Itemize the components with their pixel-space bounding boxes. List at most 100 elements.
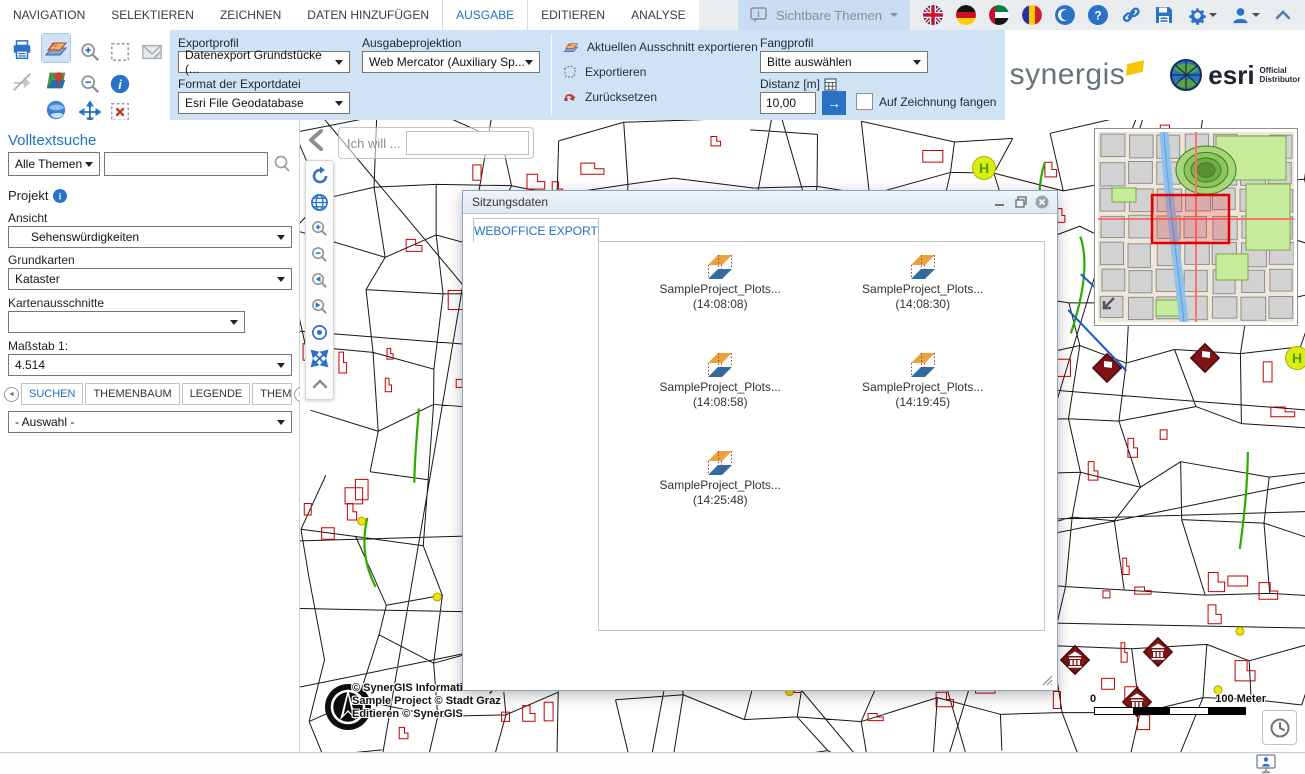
theme-filter-dropdown[interactable]: Alle Themen bbox=[8, 152, 100, 176]
projection-dropdown[interactable]: Web Mercator (Auxiliary Sp... bbox=[362, 51, 540, 73]
export-profile-dropdown[interactable]: Datenexport Grundstücke (... bbox=[178, 51, 350, 73]
zoom-out-icon[interactable] bbox=[76, 70, 104, 98]
tab-weboffice-export[interactable]: WEBOFFICE EXPORT bbox=[473, 218, 599, 242]
map-zoom-in-icon[interactable] bbox=[308, 216, 332, 240]
menu-editieren[interactable]: EDITIEREN bbox=[528, 0, 618, 30]
export-extent-action[interactable]: Aktuellen Ausschnitt exportieren bbox=[562, 39, 758, 55]
language-romania-flag-icon[interactable] bbox=[1022, 5, 1042, 25]
hydrant-h-icon: H bbox=[1285, 346, 1305, 370]
link-icon[interactable] bbox=[1121, 5, 1141, 25]
select-rectangle-icon[interactable] bbox=[106, 38, 134, 66]
full-extent-globe-icon[interactable] bbox=[308, 190, 332, 214]
dialog-titlebar[interactable]: Sitzungsdaten bbox=[463, 191, 1057, 214]
settings-gear-icon[interactable] bbox=[1187, 5, 1217, 25]
language-crescent-icon[interactable] bbox=[1055, 5, 1075, 25]
poi-museum-icon[interactable] bbox=[1139, 633, 1177, 671]
distance-label: Distanz [m] bbox=[760, 77, 820, 91]
restore-icon[interactable] bbox=[1012, 194, 1030, 210]
screen-share-icon[interactable] bbox=[1255, 754, 1277, 774]
geodata-cube-icon bbox=[702, 252, 738, 282]
map-export-tool-icon[interactable] bbox=[42, 34, 70, 62]
synergis-logo: synergis bbox=[1010, 58, 1144, 92]
tab-legende[interactable]: LEGENDE bbox=[182, 383, 251, 405]
user-icon[interactable] bbox=[1230, 5, 1260, 25]
export-options-panel: Exportprofil Datenexport Grundstücke (..… bbox=[170, 30, 1005, 120]
save-icon[interactable] bbox=[1154, 5, 1174, 25]
tab-suchen[interactable]: SUCHEN bbox=[21, 383, 83, 405]
basemap-label: Grundkarten bbox=[8, 253, 75, 267]
fulltext-search-input[interactable] bbox=[104, 152, 268, 176]
send-mail-disabled-icon[interactable] bbox=[138, 38, 166, 66]
collapse-toolbar-icon[interactable] bbox=[1273, 5, 1293, 25]
grid-calculator-icon[interactable] bbox=[824, 78, 837, 91]
menu-analyse[interactable]: ANALYSE bbox=[618, 0, 698, 30]
menu-navigation[interactable]: NAVIGATION bbox=[0, 0, 98, 30]
menu-daten-hinzufuegen[interactable]: DATEN HINZUFÜGEN bbox=[294, 0, 442, 30]
export-file-item[interactable]: SampleProject_Plots...(14:19:45) bbox=[822, 344, 1025, 442]
next-extent-icon[interactable] bbox=[308, 294, 332, 318]
snap-drawing-checkbox[interactable] bbox=[856, 93, 873, 110]
esri-globe-icon bbox=[1169, 58, 1203, 92]
export-file-item[interactable]: SampleProject_Plots...(14:08:58) bbox=[619, 344, 822, 442]
tab-themen[interactable]: THEMEN bbox=[252, 383, 292, 405]
poi-flag-icon[interactable] bbox=[1088, 349, 1126, 387]
chevron-up-icon[interactable] bbox=[308, 372, 332, 396]
close-icon[interactable] bbox=[1033, 194, 1051, 210]
poi-flag-icon[interactable] bbox=[1186, 339, 1224, 377]
scale-dropdown[interactable]: 4.514 bbox=[8, 354, 292, 376]
apply-distance-button[interactable]: → bbox=[822, 91, 846, 115]
quick-search-widget[interactable]: Ich will ... bbox=[338, 127, 534, 159]
menu-zeichnen[interactable]: ZEICHNEN bbox=[207, 0, 294, 30]
map-zoom-out-icon[interactable] bbox=[308, 242, 332, 266]
expand-arrows-icon[interactable] bbox=[308, 346, 332, 370]
quick-search-input[interactable] bbox=[406, 131, 529, 155]
main-menu: NAVIGATION SELEKTIEREN ZEICHNEN DATEN HI… bbox=[0, 0, 699, 30]
reset-action[interactable]: Zurücksetzen bbox=[562, 89, 657, 105]
data-export-disabled-icon[interactable] bbox=[8, 68, 36, 96]
export-file-item[interactable]: SampleProject_Plots...(14:08:30) bbox=[822, 246, 1025, 344]
scale-bar: 0 100 Meter bbox=[1088, 693, 1278, 715]
chevron-down-icon bbox=[890, 13, 898, 17]
dialog-resize-handle[interactable] bbox=[1041, 674, 1053, 686]
geodata-cube-icon bbox=[702, 448, 738, 478]
export-file-item[interactable]: SampleProject_Plots...(14:25:48) bbox=[619, 442, 822, 540]
session-data-dialog: Sitzungsdaten WEBOFFICE EXPORT SamplePro… bbox=[462, 190, 1058, 691]
center-target-icon[interactable] bbox=[308, 320, 332, 344]
project-info-icon[interactable]: i bbox=[53, 189, 67, 203]
menu-ausgabe[interactable]: AUSGABE bbox=[442, 0, 528, 30]
zoom-in-icon[interactable] bbox=[76, 38, 104, 66]
poi-museum-icon[interactable] bbox=[1056, 641, 1094, 679]
history-clock-button[interactable] bbox=[1262, 710, 1297, 745]
search-icon[interactable] bbox=[272, 154, 292, 174]
distance-input[interactable] bbox=[760, 92, 816, 114]
export-action[interactable]: Exportieren bbox=[562, 64, 646, 80]
view-dropdown[interactable]: Sehenswürdigkeiten bbox=[8, 226, 292, 248]
language-german-flag-icon[interactable] bbox=[956, 5, 976, 25]
map-pin-icon[interactable] bbox=[42, 66, 70, 94]
tab-themenbaum[interactable]: THEMENBAUM bbox=[85, 383, 179, 405]
language-uae-flag-icon[interactable] bbox=[989, 5, 1009, 25]
menu-bar: NAVIGATION SELEKTIEREN ZEICHNEN DATEN HI… bbox=[0, 0, 1305, 30]
selection-dropdown[interactable]: - Auswahl - bbox=[8, 411, 292, 433]
export-file-item[interactable]: SampleProject_Plots...(14:08:08) bbox=[619, 246, 822, 344]
visible-themes-label: Sichtbare Themen bbox=[776, 8, 882, 23]
ribbon-toolbar: i Exportprofil Datenexport Grundstücke (… bbox=[0, 30, 1305, 120]
basemap-dropdown[interactable]: Kataster bbox=[8, 268, 292, 290]
print-icon[interactable] bbox=[8, 36, 36, 64]
previous-extent-icon[interactable] bbox=[308, 268, 332, 292]
info-tool-icon[interactable]: i bbox=[106, 70, 134, 98]
snap-profile-dropdown[interactable]: Bitte auswählen bbox=[760, 51, 928, 73]
help-icon[interactable]: ? bbox=[1088, 5, 1108, 25]
tabs-scroll-left-icon[interactable]: ◄ bbox=[4, 387, 19, 402]
refresh-icon[interactable] bbox=[308, 164, 332, 188]
overview-map[interactable] bbox=[1094, 128, 1298, 326]
export-format-dropdown[interactable]: Esri File Geodatabase bbox=[178, 92, 350, 114]
menu-selektieren[interactable]: SELEKTIEREN bbox=[98, 0, 207, 30]
geodata-cube-icon bbox=[905, 350, 941, 380]
visible-themes-dropdown[interactable]: i Sichtbare Themen bbox=[738, 0, 910, 30]
collapse-sidebar-icon[interactable] bbox=[306, 128, 326, 152]
language-uk-flag-icon[interactable] bbox=[923, 5, 943, 25]
user-caret-icon bbox=[1252, 13, 1260, 17]
map-extract-dropdown[interactable] bbox=[8, 311, 245, 333]
minimize-icon[interactable] bbox=[991, 194, 1009, 210]
